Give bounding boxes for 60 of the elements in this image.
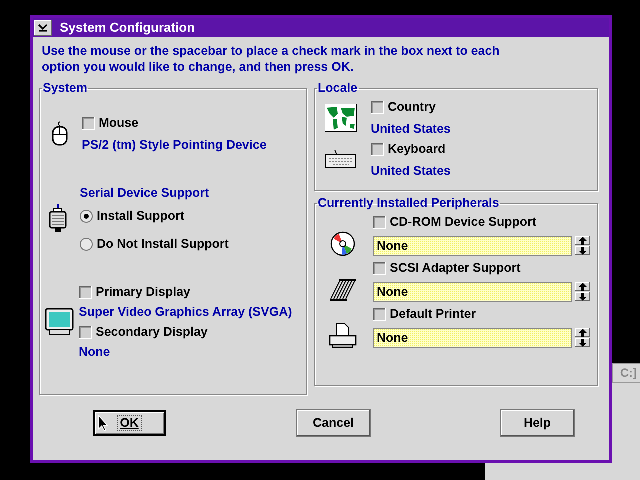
push-button[interactable]: OK — [93, 410, 166, 436]
checkbox-label: Default Printer — [390, 306, 476, 322]
dropdown-field[interactable]: None — [373, 282, 572, 302]
push-button[interactable]: Help — [501, 410, 574, 436]
checkbox-label: Secondary Display — [96, 324, 208, 340]
group-title: Locale — [317, 81, 359, 95]
checkbox-label: CD-ROM Device Support — [390, 214, 537, 230]
checkbox-label: Keyboard — [388, 141, 446, 157]
dropdown-field[interactable]: None — [373, 328, 572, 348]
arrow-up-icon — [578, 328, 586, 336]
value-text: United States — [371, 121, 451, 137]
arrow-down-icon — [578, 338, 586, 346]
checkbox-label: Primary Display — [96, 284, 190, 300]
checkbox-label: Country — [388, 99, 436, 115]
dropdown-field[interactable]: None — [373, 236, 572, 256]
value-text: PS/2 (tm) Style Pointing Device — [82, 137, 267, 153]
group-title: System — [42, 81, 88, 95]
mouse-icon — [51, 121, 69, 147]
radio-label: Do Not Install Support — [97, 236, 229, 252]
checkbox[interactable] — [373, 216, 386, 228]
value-text: United States — [371, 163, 451, 179]
arrow-up-icon — [578, 282, 586, 290]
spin-up-button[interactable] — [575, 328, 590, 337]
section-title: Serial Device Support — [80, 185, 210, 201]
group-title: Currently Installed Peripherals — [317, 196, 500, 210]
world-map-icon — [325, 104, 357, 132]
mouse-cursor-icon — [98, 415, 109, 432]
checkbox[interactable] — [371, 142, 384, 156]
push-button[interactable]: Cancel — [297, 410, 370, 436]
ribbon-cable-icon — [329, 278, 357, 302]
radio-label: Install Support — [97, 208, 184, 224]
spin-down-button[interactable] — [575, 246, 590, 255]
checkbox[interactable] — [373, 262, 386, 274]
arrow-down-icon — [578, 292, 586, 300]
connector-icon — [49, 204, 67, 234]
window-title: System Configuration — [60, 20, 196, 35]
spin-up-button[interactable] — [575, 282, 590, 291]
monitor-icon — [45, 308, 75, 336]
system-menu-button[interactable] — [34, 20, 52, 36]
arrow-down-icon — [578, 246, 586, 254]
radio-button[interactable] — [80, 210, 93, 222]
checkbox[interactable] — [82, 116, 95, 130]
value-text: Super Video Graphics Array (SVGA) — [79, 304, 292, 320]
menu-icon — [38, 24, 48, 32]
spin-down-button[interactable] — [575, 292, 590, 301]
checkbox[interactable] — [79, 326, 92, 338]
checkbox[interactable] — [373, 308, 386, 320]
value-text: None — [79, 344, 112, 360]
disc-icon — [330, 231, 356, 257]
instructions-text: Use the mouse or the spacebar to place a check mark in the box next to each option you would like to change, and then press OK. — [42, 43, 501, 75]
radio-button[interactable] — [80, 238, 93, 250]
arrow-up-icon — [578, 236, 586, 244]
checkbox[interactable] — [371, 100, 384, 114]
checkbox-label: Mouse — [99, 115, 139, 131]
spin-up-button[interactable] — [575, 236, 590, 245]
checkbox[interactable] — [79, 286, 92, 298]
checkbox-label: SCSI Adapter Support — [390, 260, 521, 276]
printer-icon — [329, 323, 357, 349]
keyboard-icon — [325, 150, 357, 170]
spin-down-button[interactable] — [575, 338, 590, 347]
